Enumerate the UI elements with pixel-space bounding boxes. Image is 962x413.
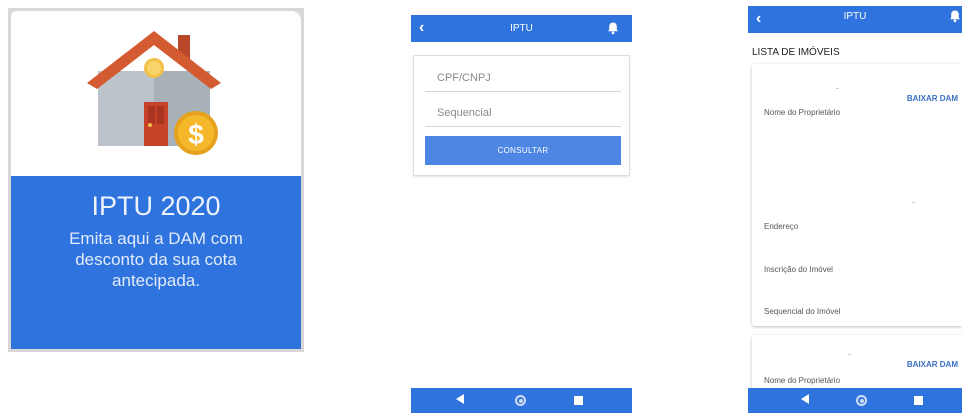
owner-label: Nome do Proprietário: [764, 376, 841, 385]
nav-back-icon[interactable]: [456, 394, 464, 404]
android-nav-bar: [748, 388, 962, 413]
bell-icon[interactable]: [606, 21, 620, 35]
cpf-cnpj-input[interactable]: CPF/CNPJ: [425, 64, 621, 92]
consult-form-card: CPF/CNPJ Sequencial CONSULTAR: [413, 55, 630, 176]
download-dam-button[interactable]: BAIXAR DAM: [907, 94, 958, 103]
nav-home-icon[interactable]: [515, 395, 526, 406]
property-card: BAIXAR DAM Nome do Proprietário: [752, 335, 962, 395]
nav-home-icon[interactable]: [856, 395, 867, 406]
property-card: BAIXAR DAM Nome do Proprietário Endereço…: [752, 64, 962, 326]
consult-app-bar: ‹ IPTU: [411, 15, 632, 42]
list-app-bar: ‹ IPTU: [748, 6, 962, 33]
house-illustration: $: [11, 11, 301, 176]
promo-description: Emita aqui a DAM com desconto da sua cot…: [69, 229, 243, 290]
nav-recent-icon[interactable]: [914, 396, 923, 405]
house-coin-icon: $: [87, 31, 221, 155]
sequencial-placeholder: Sequencial: [437, 107, 492, 119]
list-title: LISTA DE IMÓVEIS: [752, 47, 840, 58]
consult-button[interactable]: CONSULTAR: [425, 136, 621, 165]
address-label: Endereço: [764, 222, 799, 231]
address-value-placeholder: [912, 202, 915, 203]
android-nav-bar: [411, 388, 632, 413]
owner-name-placeholder: [836, 88, 839, 89]
sequence-label: Sequencial do Imóvel: [764, 307, 841, 316]
sequencial-input[interactable]: Sequencial: [425, 99, 621, 127]
app-bar-title: IPTU: [510, 23, 533, 34]
nav-recent-icon[interactable]: [574, 396, 583, 405]
promo-card-inner: $ IPTU 2020 Emita aqui a DAM com descont…: [11, 11, 301, 349]
owner-label: Nome do Proprietário: [764, 108, 841, 117]
promo-title: IPTU 2020: [91, 191, 221, 221]
coin-symbol: $: [188, 119, 204, 150]
cpf-cnpj-placeholder: CPF/CNPJ: [437, 72, 491, 84]
download-dam-button[interactable]: BAIXAR DAM: [907, 360, 958, 369]
nav-back-icon[interactable]: [801, 394, 809, 404]
promo-banner: IPTU 2020 Emita aqui a DAM com desconto …: [11, 176, 301, 349]
bell-icon[interactable]: [948, 9, 962, 23]
registration-label: Inscrição do Imóvel: [764, 265, 833, 274]
app-bar-title: IPTU: [843, 11, 867, 22]
owner-name-placeholder: [848, 354, 851, 355]
promo-card[interactable]: $ IPTU 2020 Emita aqui a DAM com descont…: [8, 8, 304, 352]
